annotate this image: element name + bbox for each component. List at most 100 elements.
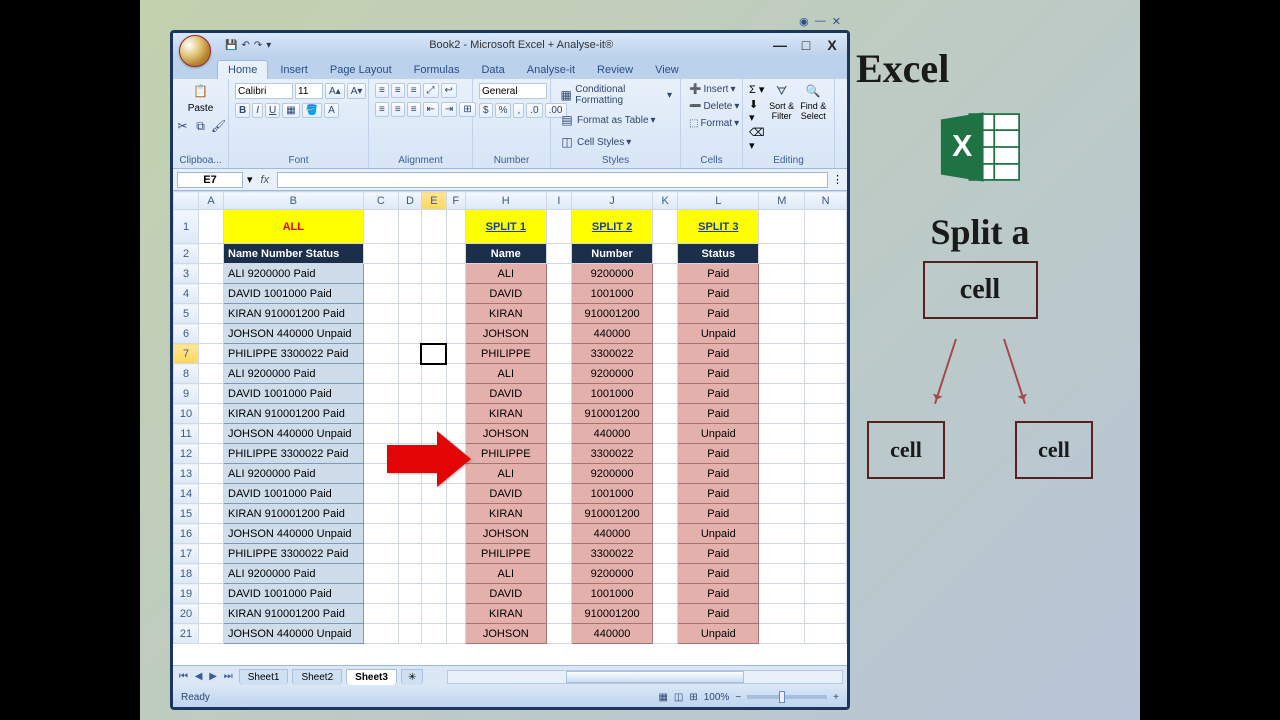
cell[interactable]: Paid — [678, 464, 759, 484]
find-select-icon[interactable]: 🔍 — [805, 83, 821, 99]
row-header[interactable]: 13 — [174, 464, 199, 484]
font-color-icon[interactable]: A — [324, 103, 339, 118]
cell[interactable]: 9200000 — [571, 564, 652, 584]
office-button[interactable] — [179, 35, 211, 67]
cell[interactable]: Paid — [678, 504, 759, 524]
cell[interactable]: KIRAN — [465, 404, 546, 424]
col-header[interactable]: H — [465, 192, 546, 210]
paste-label[interactable]: Paste — [188, 103, 214, 114]
grow-font-icon[interactable]: A▴ — [325, 83, 345, 99]
cell[interactable]: PHILIPPE — [465, 444, 546, 464]
row-header[interactable]: 1 — [174, 210, 199, 244]
tab-home[interactable]: Home — [217, 60, 268, 79]
row-header[interactable]: 15 — [174, 504, 199, 524]
cell[interactable]: KIRAN 910001200 Paid — [224, 504, 364, 524]
cell[interactable]: DAVID 1001000 Paid — [224, 284, 364, 304]
ribbon-close-icon[interactable]: ✕ — [832, 15, 841, 28]
cell[interactable]: Status — [678, 244, 759, 264]
col-header[interactable]: E — [421, 192, 446, 210]
inc-decimal-icon[interactable]: .0 — [526, 103, 542, 118]
cell[interactable]: JOHSON 440000 Unpaid — [224, 424, 364, 444]
cell[interactable]: Paid — [678, 584, 759, 604]
cell[interactable]: DAVID 1001000 Paid — [224, 384, 364, 404]
row-header[interactable]: 18 — [174, 564, 199, 584]
cell[interactable]: PHILIPPE — [465, 544, 546, 564]
format-as-table-button[interactable]: ▤Format as Table ▾ — [557, 111, 658, 129]
zoom-slider[interactable] — [747, 695, 827, 699]
row-header[interactable]: 5 — [174, 304, 199, 324]
font-size-select[interactable] — [295, 83, 323, 99]
row-header[interactable]: 16 — [174, 524, 199, 544]
formula-bar[interactable] — [277, 172, 828, 188]
cell[interactable]: KIRAN 910001200 Paid — [224, 604, 364, 624]
cell[interactable]: ALI — [465, 364, 546, 384]
fx-icon[interactable]: fx — [257, 174, 274, 186]
cell[interactable]: Paid — [678, 544, 759, 564]
maximize-button[interactable]: □ — [797, 38, 815, 52]
cell[interactable]: JOHSON 440000 Unpaid — [224, 624, 364, 644]
cell[interactable]: ALI — [465, 464, 546, 484]
cell[interactable]: 3300022 — [571, 344, 652, 364]
qat-undo-icon[interactable]: ↶ — [241, 40, 249, 51]
cell[interactable]: ALI — [465, 264, 546, 284]
orientation-icon[interactable]: ⤢ — [423, 83, 439, 98]
tab-nav-last-icon[interactable]: ⏭ — [222, 671, 235, 682]
cell[interactable]: 910001200 — [571, 604, 652, 624]
font-name-select[interactable] — [235, 83, 293, 99]
tab-page-layout[interactable]: Page Layout — [320, 61, 402, 79]
row-header[interactable]: 4 — [174, 284, 199, 304]
row-header[interactable]: 20 — [174, 604, 199, 624]
cell[interactable]: Paid — [678, 344, 759, 364]
col-header[interactable]: K — [653, 192, 678, 210]
indent-inc-icon[interactable]: ⇥ — [441, 102, 457, 117]
format-cells-button[interactable]: ⬚ Format ▾ — [687, 117, 741, 130]
formula-expand-icon[interactable]: ⋮ — [832, 173, 843, 186]
tab-view[interactable]: View — [645, 61, 689, 79]
align-top-icon[interactable]: ≡ — [375, 83, 389, 98]
row-header[interactable]: 9 — [174, 384, 199, 404]
cell[interactable]: ALI 9200000 Paid — [224, 264, 364, 284]
cell[interactable]: KIRAN — [465, 604, 546, 624]
cell[interactable]: PHILIPPE — [465, 344, 546, 364]
cell[interactable]: Unpaid — [678, 424, 759, 444]
cell[interactable]: 440000 — [571, 324, 652, 344]
align-mid-icon[interactable]: ≡ — [391, 83, 405, 98]
tab-insert[interactable]: Insert — [270, 61, 318, 79]
row-header[interactable]: 14 — [174, 484, 199, 504]
col-header[interactable]: L — [678, 192, 759, 210]
cell[interactable]: 440000 — [571, 424, 652, 444]
row-header[interactable]: 8 — [174, 364, 199, 384]
fill-color-icon[interactable]: 🪣 — [302, 103, 322, 118]
cell[interactable]: JOHSON — [465, 424, 546, 444]
insert-cells-button[interactable]: ➕ Insert ▾ — [687, 83, 738, 96]
zoom-out-icon[interactable]: − — [735, 692, 741, 703]
copy-icon[interactable]: ⧉ — [193, 118, 209, 134]
close-button[interactable]: X — [823, 38, 841, 52]
wrap-text-icon[interactable]: ↩ — [441, 83, 457, 98]
tab-nav-first-icon[interactable]: ⏮ — [177, 671, 190, 682]
col-header[interactable]: I — [546, 192, 571, 210]
tab-formulas[interactable]: Formulas — [404, 61, 470, 79]
find-select-label[interactable]: Find & Select — [799, 101, 828, 121]
cell[interactable]: DAVID — [465, 284, 546, 304]
cell[interactable]: DAVID 1001000 Paid — [224, 484, 364, 504]
cell[interactable]: 9200000 — [571, 464, 652, 484]
paste-icon[interactable]: 📋 — [193, 83, 209, 99]
col-header[interactable]: M — [759, 192, 805, 210]
view-normal-icon[interactable]: ▦ — [658, 692, 667, 703]
cell[interactable]: 1001000 — [571, 384, 652, 404]
align-left-icon[interactable]: ≡ — [375, 102, 389, 117]
cell[interactable]: ALL — [224, 210, 364, 244]
bold-button[interactable]: B — [235, 103, 250, 118]
new-sheet-icon[interactable]: ✳ — [401, 669, 423, 685]
row-header[interactable]: 12 — [174, 444, 199, 464]
cut-icon[interactable]: ✂ — [175, 118, 191, 134]
tab-analyse-it[interactable]: Analyse-it — [517, 61, 585, 79]
cell[interactable]: Paid — [678, 484, 759, 504]
cell[interactable]: 1001000 — [571, 284, 652, 304]
cell[interactable]: SPLIT 2 — [571, 210, 652, 244]
cell[interactable]: JOHSON 440000 Unpaid — [224, 524, 364, 544]
cell[interactable]: KIRAN — [465, 504, 546, 524]
cell[interactable]: ALI 9200000 Paid — [224, 564, 364, 584]
conditional-formatting-button[interactable]: ▦Conditional Formatting ▾ — [557, 83, 674, 107]
